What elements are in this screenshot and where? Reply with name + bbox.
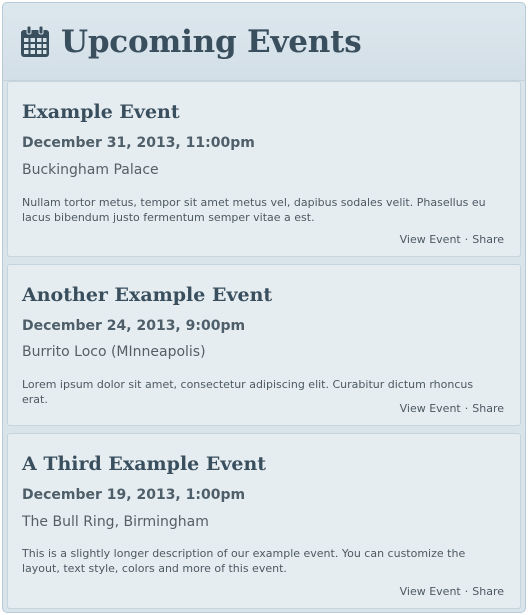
share-link[interactable]: Share xyxy=(472,402,504,415)
share-link[interactable]: Share xyxy=(472,233,504,246)
action-separator: · xyxy=(464,585,469,598)
view-event-link[interactable]: View Event xyxy=(400,233,461,246)
event-description: This is a slightly longer description of… xyxy=(22,547,466,575)
view-event-link[interactable]: View Event xyxy=(400,402,461,415)
widget-header: Upcoming Events xyxy=(3,3,525,81)
event-location: Buckingham Palace xyxy=(22,162,159,178)
action-separator: · xyxy=(464,233,469,246)
event-actions: View Event · Share xyxy=(400,233,504,246)
event-date: December 31, 2013, 11:00pm xyxy=(22,135,255,151)
event-date: December 19, 2013, 1:00pm xyxy=(22,487,246,503)
event-card: Another Example Event December 24, 2013,… xyxy=(7,264,521,426)
event-description: Nullam tortor metus, tempor sit amet met… xyxy=(22,196,486,224)
event-title: Example Event xyxy=(22,101,180,123)
share-link[interactable]: Share xyxy=(472,585,504,598)
event-title: A Third Example Event xyxy=(22,453,267,475)
events-widget: Upcoming Events Example Event December 3… xyxy=(2,2,526,613)
view-event-link[interactable]: View Event xyxy=(400,585,461,598)
event-actions: View Event · Share xyxy=(400,402,504,415)
action-separator: · xyxy=(464,402,469,415)
event-date: December 24, 2013, 9:00pm xyxy=(22,318,246,334)
calendar-icon xyxy=(19,25,51,58)
event-card: Example Event December 31, 2013, 11:00pm… xyxy=(7,81,521,257)
event-actions: View Event · Share xyxy=(400,585,504,598)
widget-title: Upcoming Events xyxy=(61,23,362,60)
event-card: A Third Example Event December 19, 2013,… xyxy=(7,433,521,609)
event-location: Burrito Loco (MInneapolis) xyxy=(22,344,206,360)
event-location: The Bull Ring, Birmingham xyxy=(22,514,209,530)
event-title: Another Example Event xyxy=(22,284,273,306)
